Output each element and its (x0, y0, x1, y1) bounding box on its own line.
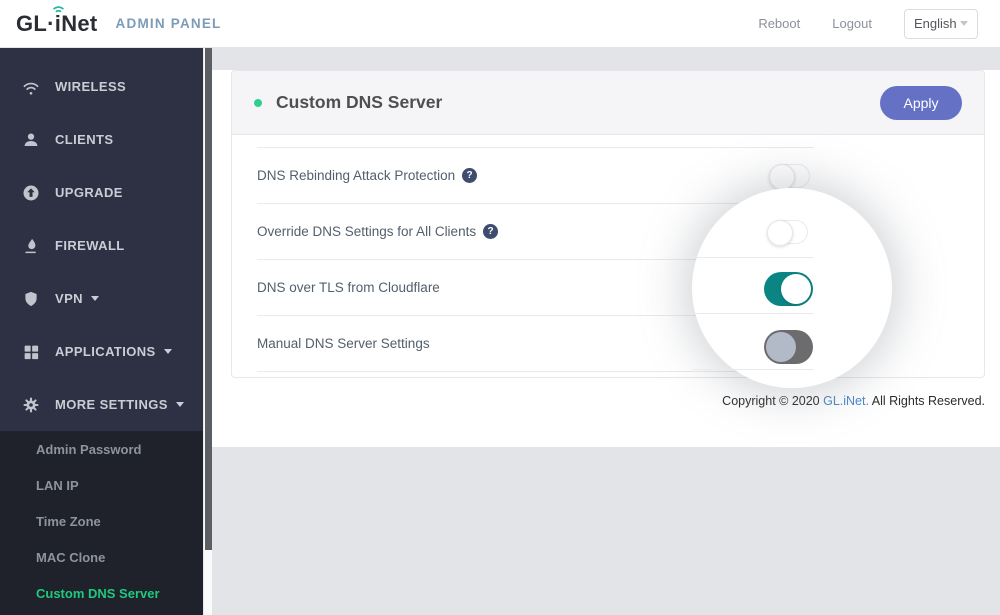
caret-down-icon (90, 296, 99, 301)
help-icon[interactable]: ? (462, 168, 478, 183)
copyright-notice: Copyright © 2020 GL.iNet. All Rights Res… (212, 394, 985, 408)
sidebar-item-label: VPN (55, 291, 83, 306)
submenu-item-custom-dns-server[interactable]: Custom DNS Server (0, 576, 203, 612)
help-icon[interactable]: ? (483, 224, 499, 239)
card-header: Custom DNS Server Apply (232, 71, 984, 135)
sidebar-scrollbar[interactable] (203, 48, 212, 615)
magnifier-highlight-circle (692, 188, 892, 388)
admin-panel-title: ADMIN PANEL (115, 16, 222, 31)
vpn-shield-icon (25, 291, 37, 306)
sidebar: WIRELESS CLIENTS UPGRADE FIREWALL VPN AP… (0, 48, 203, 615)
upgrade-icon (23, 185, 39, 200)
page-title: Custom DNS Server (276, 92, 443, 112)
sidebar-nav: WIRELESS CLIENTS UPGRADE FIREWALL VPN AP… (0, 48, 203, 431)
sidebar-item-label: APPLICATIONS (55, 344, 156, 359)
chevron-down-icon (960, 21, 968, 26)
reboot-link[interactable]: Reboot (758, 16, 800, 31)
sidebar-item-label: CLIENTS (55, 132, 114, 147)
logo-text-right: iNet (54, 10, 98, 36)
toggle-dns-over-tls-magnified[interactable] (764, 272, 813, 306)
sidebar-item-upgrade[interactable]: UPGRADE (0, 166, 203, 219)
logo-text-left: GL· (16, 10, 55, 36)
wifi-icon (23, 82, 39, 95)
copyright-text: All Rights Reserved. (868, 394, 985, 408)
admin-panel-page: GL· iNet ADMIN PANEL Reboot Logout Englis… (0, 0, 1000, 615)
sidebar-item-firewall[interactable]: FIREWALL (0, 219, 203, 272)
scrollbar-thumb[interactable] (205, 48, 212, 550)
status-dot (254, 98, 262, 107)
setting-label: DNS over TLS from Cloudflare (257, 280, 440, 295)
firewall-icon (25, 238, 36, 253)
toggle-manual-dns-magnified[interactable] (764, 330, 813, 364)
submenu-item-lan-ip[interactable]: LAN IP (0, 468, 203, 504)
row-divider (692, 369, 814, 370)
caret-down-icon (175, 402, 184, 407)
sidebar-item-wireless[interactable]: WIRELESS (0, 60, 203, 113)
wifi-logo-icon (52, 5, 64, 12)
glinet-link[interactable]: GL.iNet. (823, 394, 869, 408)
toggle-dns-rebinding[interactable] (769, 163, 810, 190)
top-bar: GL· iNet ADMIN PANEL Reboot Logout Englis… (0, 0, 1000, 48)
setting-label: Manual DNS Server Settings (257, 336, 430, 351)
sidebar-item-applications[interactable]: APPLICATIONS (0, 325, 203, 378)
sidebar-item-label: FIREWALL (55, 238, 125, 253)
brand: GL· iNet ADMIN PANEL (16, 5, 222, 37)
apply-button[interactable]: Apply (880, 85, 962, 120)
submenu-item-mac-clone[interactable]: MAC Clone (0, 540, 203, 576)
toggle-override-dns-magnified[interactable] (767, 220, 808, 246)
language-select[interactable]: English (904, 8, 978, 39)
sidebar-item-clients[interactable]: CLIENTS (0, 113, 203, 166)
sidebar-item-label: UPGRADE (55, 185, 123, 200)
glinet-logo: GL· iNet (16, 5, 98, 37)
sidebar-item-label: MORE SETTINGS (55, 397, 168, 412)
sidebar-item-vpn[interactable]: VPN (0, 272, 203, 325)
copyright-text: Copyright © 2020 (722, 394, 824, 408)
top-actions: Reboot Logout English (758, 8, 978, 39)
row-divider (692, 257, 814, 258)
applications-grid-icon (24, 345, 39, 359)
gear-icon (23, 397, 39, 412)
custom-dns-server-card: Custom DNS Server Apply DNS Rebinding At… (231, 70, 985, 388)
caret-down-icon (163, 349, 172, 354)
setting-row-dns-rebinding: DNS Rebinding Attack Protection ? (257, 148, 814, 204)
more-settings-submenu: Admin Password LAN IP Time Zone MAC Clon… (0, 431, 203, 615)
sidebar-item-label: WIRELESS (55, 79, 127, 94)
submenu-item-time-zone[interactable]: Time Zone (0, 504, 203, 540)
sidebar-item-more-settings[interactable]: MORE SETTINGS (0, 378, 203, 431)
setting-label: Override DNS Settings for All Clients ? (257, 224, 499, 239)
submenu-item-admin-password[interactable]: Admin Password (0, 432, 203, 468)
main-content: Custom DNS Server Apply DNS Rebinding At… (212, 48, 1000, 615)
setting-label: DNS Rebinding Attack Protection ? (257, 168, 478, 183)
language-selected-value: English (914, 16, 957, 31)
truncated-row-divider (257, 135, 814, 148)
logout-link[interactable]: Logout (832, 16, 872, 31)
row-divider (692, 313, 814, 314)
clients-icon (24, 132, 38, 146)
card-body: DNS Rebinding Attack Protection ? Overri… (232, 135, 984, 388)
